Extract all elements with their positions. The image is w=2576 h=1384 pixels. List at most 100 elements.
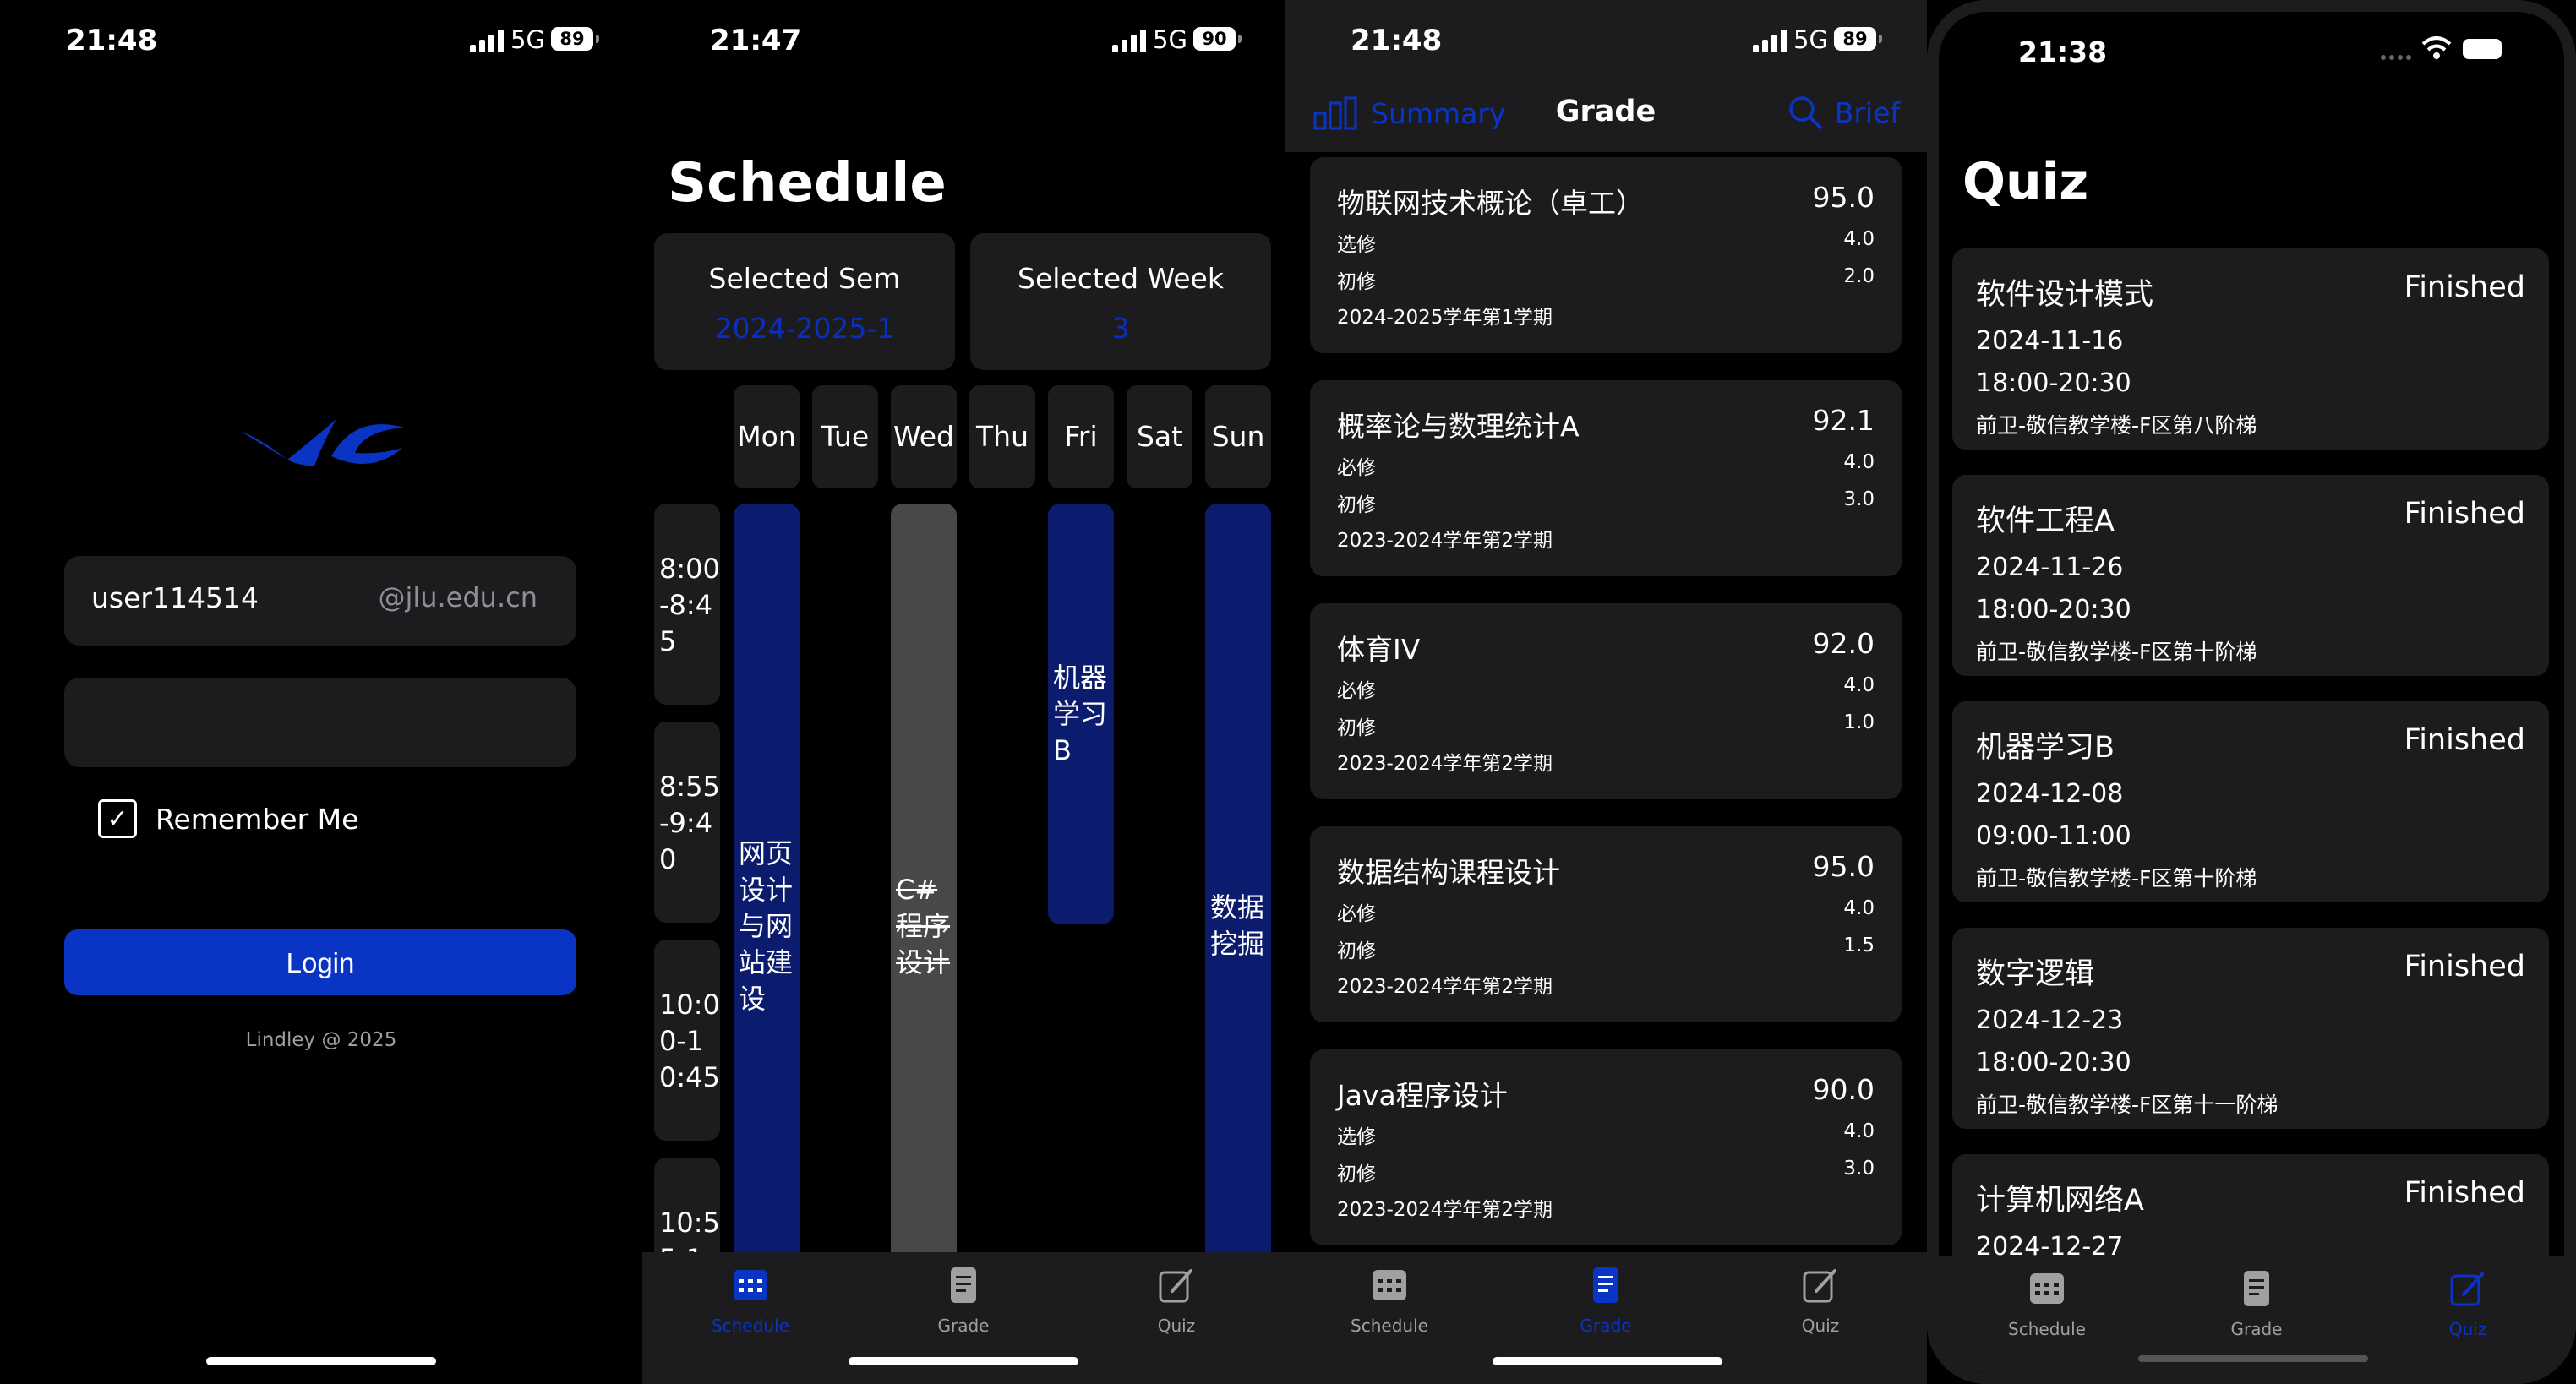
course-gpa: 1.0 xyxy=(1843,711,1875,733)
course-name: 数据挖掘 xyxy=(1210,891,1265,960)
grade-card[interactable]: Java程序设计 90.0 选修 4.0 初修 3.0 2023-2024学年第2学… xyxy=(1310,1049,1902,1245)
course-name: 机器学习B xyxy=(1053,661,1108,766)
course-block[interactable]: C#程序设计 xyxy=(891,504,957,1349)
status-time: 21:47 xyxy=(710,24,802,57)
tab-grade[interactable]: Grade xyxy=(896,1266,1031,1336)
course-gpa: 2.0 xyxy=(1843,265,1875,287)
day-header-thu: Thu xyxy=(969,385,1035,488)
remember-me-toggle[interactable]: ✓ Remember Me xyxy=(98,799,358,838)
selected-week-value[interactable]: 3 xyxy=(970,312,1271,345)
grade-card[interactable]: 数据结构课程设计 95.0 必修 4.0 初修 1.5 2023-2024学年第2学… xyxy=(1310,826,1902,1022)
quiz-time: 18:00-20:30 xyxy=(1976,595,2131,624)
course-score: 95.0 xyxy=(1812,850,1875,883)
exam-type: 初修 xyxy=(1337,717,1376,739)
tab-quiz[interactable]: Quiz xyxy=(2400,1269,2535,1339)
checkbox-checked-icon[interactable]: ✓ xyxy=(98,799,137,838)
wifi-icon xyxy=(2421,36,2452,59)
network-label: 5G xyxy=(510,25,545,54)
network-label: 5G xyxy=(1153,25,1187,54)
selected-sem-label: Selected Sem xyxy=(708,262,901,295)
quiz-card[interactable]: 软件设计模式 Finished 2024-11-16 18:00-20:30 前… xyxy=(1952,248,2549,450)
tab-schedule[interactable]: Schedule xyxy=(1979,1269,2115,1339)
quiz-name: 数字逻辑 xyxy=(1976,957,2095,991)
status-time: 21:48 xyxy=(1351,24,1443,57)
course-term: 2023-2024学年第2学期 xyxy=(1337,976,1553,998)
quiz-status: Finished xyxy=(2404,270,2525,304)
day-header-fri: Fri xyxy=(1048,385,1114,488)
grade-card[interactable]: 体育IV 92.0 必修 4.0 初修 1.0 2023-2024学年第2学期 xyxy=(1310,603,1902,799)
day-header-mon: Mon xyxy=(734,385,800,488)
course-block[interactable]: 机器学习B xyxy=(1048,504,1114,924)
selected-week-card[interactable]: Selected Week 3 xyxy=(970,233,1271,370)
tab-schedule[interactable]: Schedule xyxy=(683,1266,818,1336)
course-block[interactable]: 数据挖掘 xyxy=(1205,504,1271,1349)
day-header-sat: Sat xyxy=(1127,385,1192,488)
quiz-status: Finished xyxy=(2404,950,2525,984)
username-input[interactable]: user114514 xyxy=(91,581,259,614)
tab-quiz-label: Quiz xyxy=(1801,1316,1840,1336)
status-bar: 21:48 5G 89 xyxy=(1285,0,1927,81)
course-gpa: 3.0 xyxy=(1843,488,1875,510)
course-name: 体育IV xyxy=(1337,633,1421,666)
quiz-location: 前卫-敬信教学楼-F区第十一阶梯 xyxy=(1976,1092,2279,1117)
network-label: 5G xyxy=(1793,25,1828,54)
grade-card[interactable]: 概率论与数理统计A 92.1 必修 4.0 初修 3.0 2023-2024学年第2… xyxy=(1310,380,1902,576)
tab-schedule[interactable]: Schedule xyxy=(1322,1266,1457,1336)
course-name: 概率论与数理统计A xyxy=(1337,410,1580,443)
course-name: C#程序设计 xyxy=(896,873,951,978)
course-credit: 4.0 xyxy=(1843,674,1875,696)
course-term: 2023-2024学年第2学期 xyxy=(1337,753,1553,775)
course-gpa: 1.5 xyxy=(1843,934,1875,956)
quiz-name: 软件工程A xyxy=(1976,504,2115,538)
selected-sem-card[interactable]: Selected Sem 2024-2025-1 xyxy=(654,233,955,370)
quiz-edit-icon xyxy=(2450,1272,2484,1306)
tab-quiz[interactable]: Quiz xyxy=(1109,1266,1244,1336)
tab-grade[interactable]: Grade xyxy=(2189,1269,2324,1339)
course-credit: 4.0 xyxy=(1843,897,1875,919)
login-button[interactable]: Login xyxy=(64,929,576,995)
password-field[interactable] xyxy=(64,678,576,767)
logo-icon xyxy=(240,419,404,466)
course-type: 选修 xyxy=(1337,234,1376,256)
quiz-time: 18:00-20:30 xyxy=(1976,1048,2131,1077)
day-header-wed: Wed xyxy=(891,385,957,488)
tab-grade[interactable]: Grade xyxy=(1538,1266,1673,1336)
quiz-date: 2024-12-08 xyxy=(1976,779,2124,809)
selected-sem-value[interactable]: 2024-2025-1 xyxy=(654,312,955,345)
tab-grade-label: Grade xyxy=(937,1316,990,1336)
course-credit: 4.0 xyxy=(1843,1120,1875,1142)
tab-grade-label: Grade xyxy=(1580,1316,1632,1336)
quiz-date: 2024-11-26 xyxy=(1976,553,2124,582)
quiz-location: 前卫-敬信教学楼-F区第十阶梯 xyxy=(1976,640,2257,664)
day-header-sun: Sun xyxy=(1205,385,1271,488)
grade-card[interactable]: 物联网技术概论（卓工） 95.0 选修 4.0 初修 2.0 2024-2025学年… xyxy=(1310,157,1902,353)
brief-label: Brief xyxy=(1834,95,1900,129)
quiz-status: Finished xyxy=(2404,1176,2525,1210)
quiz-name: 软件设计模式 xyxy=(1976,278,2154,312)
quiz-card[interactable]: 机器学习B Finished 2024-12-08 09:00-11:00 前卫… xyxy=(1952,701,2549,902)
course-name: 物联网技术概论（卓工） xyxy=(1337,187,1644,220)
course-name: 网页设计与网站建设 xyxy=(739,836,794,1015)
quiz-card[interactable]: 软件工程A Finished 2024-11-26 18:00-20:30 前卫… xyxy=(1952,475,2549,676)
day-header-tue: Tue xyxy=(812,385,878,488)
course-score: 90.0 xyxy=(1812,1073,1875,1106)
course-credit: 4.0 xyxy=(1843,228,1875,250)
course-block[interactable]: 网页设计与网站建设 xyxy=(734,504,800,1349)
quiz-name: 机器学习B xyxy=(1976,731,2115,765)
quiz-date: 2024-12-23 xyxy=(1976,1005,2124,1035)
course-term: 2023-2024学年第2学期 xyxy=(1337,530,1553,552)
quiz-edit-icon xyxy=(1159,1269,1192,1303)
course-type: 必修 xyxy=(1337,680,1376,702)
quiz-name: 计算机网络A xyxy=(1976,1184,2144,1218)
tab-quiz[interactable]: Quiz xyxy=(1753,1266,1888,1336)
schedule-screen: 21:47 5G 90 Schedule Selected Sem 2024-2… xyxy=(642,0,1285,1384)
brief-button[interactable]: Brief xyxy=(1787,95,1900,130)
home-indicator xyxy=(206,1357,436,1365)
quiz-card[interactable]: 数字逻辑 Finished 2024-12-23 18:00-20:30 前卫-… xyxy=(1952,928,2549,1129)
grade-doc-icon xyxy=(951,1267,976,1303)
status-bar: 21:48 5G 89 xyxy=(0,0,642,81)
login-screen: 21:48 5G 89 user114514 @jlu.edu.cn ✓ Rem… xyxy=(0,0,642,1384)
grade-screen: 21:48 5G 89 Summary Grade Brief 物联网技术概论（… xyxy=(1285,0,1927,1384)
username-field[interactable]: user114514 @jlu.edu.cn xyxy=(64,556,576,646)
quiz-time: 09:00-11:00 xyxy=(1976,821,2131,851)
